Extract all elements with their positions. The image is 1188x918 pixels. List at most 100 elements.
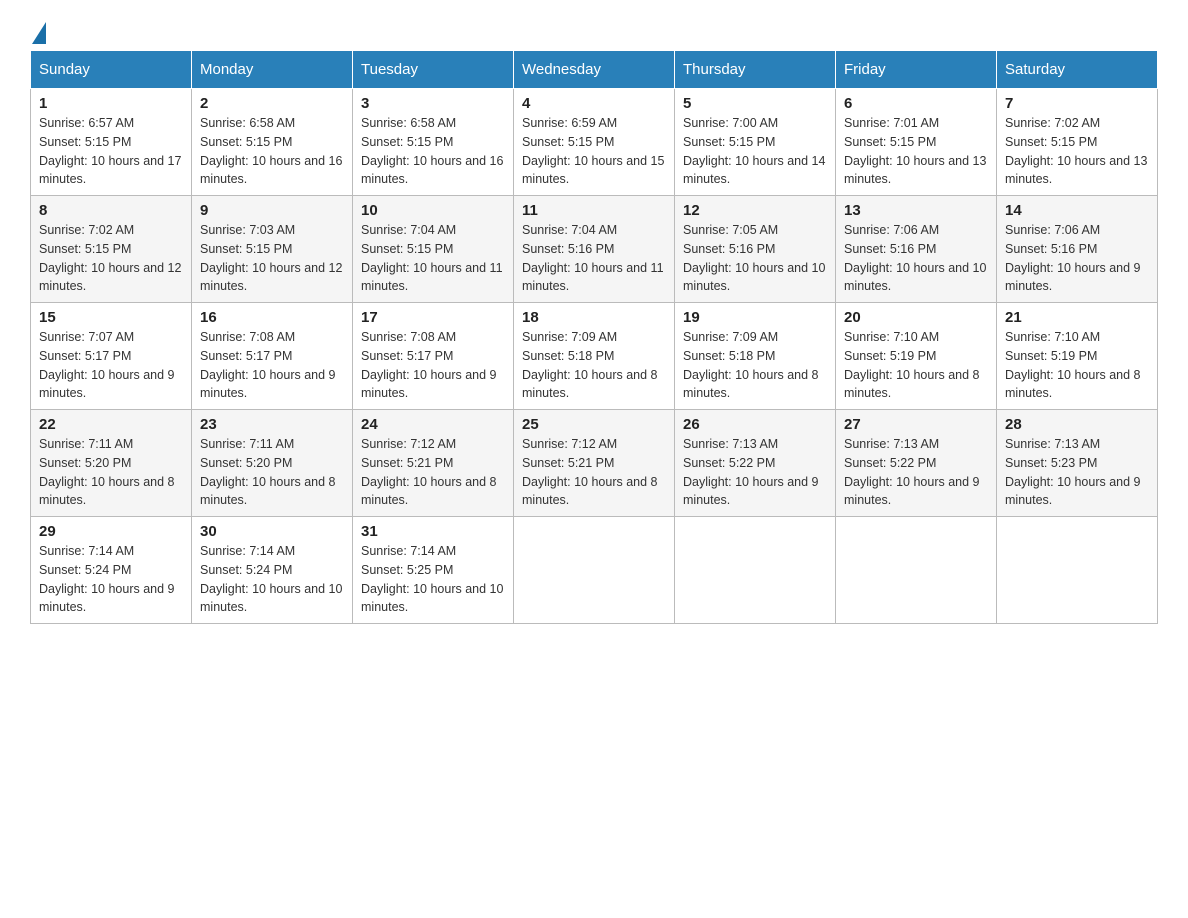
calendar-cell: 11 Sunrise: 7:04 AMSunset: 5:16 PMDayligh…	[514, 196, 675, 303]
day-number: 2	[200, 95, 344, 112]
calendar-week-row: 15 Sunrise: 7:07 AMSunset: 5:17 PMDayligh…	[31, 303, 1158, 410]
day-info: Sunrise: 7:03 AMSunset: 5:15 PMDaylight:…	[200, 221, 344, 296]
day-info: Sunrise: 7:09 AMSunset: 5:18 PMDaylight:…	[522, 328, 666, 403]
day-number: 16	[200, 309, 344, 326]
calendar-cell: 24Sunrise: 7:12 AMSunset: 5:21 PMDayligh…	[353, 410, 514, 517]
calendar-table: SundayMondayTuesdayWednesdayThursdayFrid…	[30, 50, 1158, 624]
day-info: Sunrise: 7:04 AMSunset: 5:15 PMDaylight:…	[361, 221, 505, 296]
day-info: Sunrise: 6:58 AMSunset: 5:15 PMDaylight:…	[361, 114, 505, 189]
calendar-cell: 29Sunrise: 7:14 AMSunset: 5:24 PMDayligh…	[31, 517, 192, 624]
day-number: 29	[39, 523, 183, 540]
day-number: 19	[683, 309, 827, 326]
calendar-cell: 26 Sunrise: 7:13 AMSunset: 5:22 PMDayligh…	[675, 410, 836, 517]
day-info: Sunrise: 7:09 AMSunset: 5:18 PMDaylight:…	[683, 328, 827, 403]
calendar-cell: 6 Sunrise: 7:01 AMSunset: 5:15 PMDaylight…	[836, 89, 997, 196]
calendar-cell: 18 Sunrise: 7:09 AMSunset: 5:18 PMDayligh…	[514, 303, 675, 410]
logo-triangle-icon	[32, 22, 46, 44]
calendar-cell: 25 Sunrise: 7:12 AMSunset: 5:21 PMDayligh…	[514, 410, 675, 517]
calendar-cell: 1Sunrise: 6:57 AMSunset: 5:15 PMDaylight…	[31, 89, 192, 196]
day-info: Sunrise: 7:13 AMSunset: 5:23 PMDaylight:…	[1005, 435, 1149, 510]
calendar-cell	[836, 517, 997, 624]
day-info: Sunrise: 7:11 AMSunset: 5:20 PMDaylight:…	[39, 435, 183, 510]
calendar-header-row: SundayMondayTuesdayWednesdayThursdayFrid…	[31, 51, 1158, 89]
day-info: Sunrise: 7:12 AMSunset: 5:21 PMDaylight:…	[522, 435, 666, 510]
logo	[30, 20, 46, 40]
calendar-cell: 28 Sunrise: 7:13 AMSunset: 5:23 PMDayligh…	[997, 410, 1158, 517]
day-number: 24	[361, 416, 505, 433]
calendar-header-saturday: Saturday	[997, 51, 1158, 89]
day-number: 30	[200, 523, 344, 540]
day-number: 27	[844, 416, 988, 433]
calendar-cell: 17 Sunrise: 7:08 AMSunset: 5:17 PMDayligh…	[353, 303, 514, 410]
day-info: Sunrise: 7:06 AMSunset: 5:16 PMDaylight:…	[1005, 221, 1149, 296]
day-number: 26	[683, 416, 827, 433]
day-number: 10	[361, 202, 505, 219]
day-info: Sunrise: 6:59 AMSunset: 5:15 PMDaylight:…	[522, 114, 666, 189]
day-number: 23	[200, 416, 344, 433]
calendar-cell: 8Sunrise: 7:02 AMSunset: 5:15 PMDaylight…	[31, 196, 192, 303]
calendar-cell: 4Sunrise: 6:59 AMSunset: 5:15 PMDaylight…	[514, 89, 675, 196]
day-number: 12	[683, 202, 827, 219]
calendar-cell: 14 Sunrise: 7:06 AMSunset: 5:16 PMDayligh…	[997, 196, 1158, 303]
day-number: 14	[1005, 202, 1149, 219]
day-number: 5	[683, 95, 827, 112]
day-info: Sunrise: 7:08 AMSunset: 5:17 PMDaylight:…	[361, 328, 505, 403]
calendar-cell: 9 Sunrise: 7:03 AMSunset: 5:15 PMDaylight…	[192, 196, 353, 303]
calendar-cell: 13Sunrise: 7:06 AMSunset: 5:16 PMDayligh…	[836, 196, 997, 303]
calendar-week-row: 22 Sunrise: 7:11 AMSunset: 5:20 PMDayligh…	[31, 410, 1158, 517]
calendar-cell: 2Sunrise: 6:58 AMSunset: 5:15 PMDaylight…	[192, 89, 353, 196]
day-number: 11	[522, 202, 666, 219]
calendar-cell: 31 Sunrise: 7:14 AMSunset: 5:25 PMDayligh…	[353, 517, 514, 624]
day-info: Sunrise: 7:14 AMSunset: 5:24 PMDaylight:…	[200, 542, 344, 617]
calendar-cell: 21Sunrise: 7:10 AMSunset: 5:19 PMDayligh…	[997, 303, 1158, 410]
calendar-cell: 7 Sunrise: 7:02 AMSunset: 5:15 PMDaylight…	[997, 89, 1158, 196]
calendar-cell	[675, 517, 836, 624]
day-number: 17	[361, 309, 505, 326]
day-info: Sunrise: 7:14 AMSunset: 5:25 PMDaylight:…	[361, 542, 505, 617]
calendar-cell: 12 Sunrise: 7:05 AMSunset: 5:16 PMDayligh…	[675, 196, 836, 303]
day-info: Sunrise: 7:00 AMSunset: 5:15 PMDaylight:…	[683, 114, 827, 189]
page-header	[30, 20, 1158, 40]
day-info: Sunrise: 7:05 AMSunset: 5:16 PMDaylight:…	[683, 221, 827, 296]
calendar-header-wednesday: Wednesday	[514, 51, 675, 89]
day-number: 7	[1005, 95, 1149, 112]
day-info: Sunrise: 7:02 AMSunset: 5:15 PMDaylight:…	[39, 221, 183, 296]
calendar-cell: 19 Sunrise: 7:09 AMSunset: 5:18 PMDayligh…	[675, 303, 836, 410]
day-info: Sunrise: 7:13 AMSunset: 5:22 PMDaylight:…	[844, 435, 988, 510]
calendar-cell: 5 Sunrise: 7:00 AMSunset: 5:15 PMDaylight…	[675, 89, 836, 196]
calendar-week-row: 8Sunrise: 7:02 AMSunset: 5:15 PMDaylight…	[31, 196, 1158, 303]
calendar-cell	[997, 517, 1158, 624]
calendar-header-tuesday: Tuesday	[353, 51, 514, 89]
day-info: Sunrise: 7:01 AMSunset: 5:15 PMDaylight:…	[844, 114, 988, 189]
day-number: 31	[361, 523, 505, 540]
day-number: 28	[1005, 416, 1149, 433]
calendar-cell	[514, 517, 675, 624]
calendar-header-friday: Friday	[836, 51, 997, 89]
calendar-cell: 15 Sunrise: 7:07 AMSunset: 5:17 PMDayligh…	[31, 303, 192, 410]
calendar-header-sunday: Sunday	[31, 51, 192, 89]
day-number: 13	[844, 202, 988, 219]
day-number: 21	[1005, 309, 1149, 326]
calendar-cell: 27 Sunrise: 7:13 AMSunset: 5:22 PMDayligh…	[836, 410, 997, 517]
day-info: Sunrise: 7:04 AMSunset: 5:16 PMDaylight:…	[522, 221, 666, 296]
day-number: 9	[200, 202, 344, 219]
calendar-cell: 30 Sunrise: 7:14 AMSunset: 5:24 PMDayligh…	[192, 517, 353, 624]
calendar-cell: 20Sunrise: 7:10 AMSunset: 5:19 PMDayligh…	[836, 303, 997, 410]
day-number: 15	[39, 309, 183, 326]
day-number: 1	[39, 95, 183, 112]
day-number: 18	[522, 309, 666, 326]
day-info: Sunrise: 7:02 AMSunset: 5:15 PMDaylight:…	[1005, 114, 1149, 189]
calendar-cell: 23Sunrise: 7:11 AMSunset: 5:20 PMDayligh…	[192, 410, 353, 517]
day-number: 22	[39, 416, 183, 433]
day-info: Sunrise: 7:07 AMSunset: 5:17 PMDaylight:…	[39, 328, 183, 403]
calendar-cell: 16 Sunrise: 7:08 AMSunset: 5:17 PMDayligh…	[192, 303, 353, 410]
day-info: Sunrise: 7:13 AMSunset: 5:22 PMDaylight:…	[683, 435, 827, 510]
day-number: 6	[844, 95, 988, 112]
day-number: 20	[844, 309, 988, 326]
calendar-cell: 22 Sunrise: 7:11 AMSunset: 5:20 PMDayligh…	[31, 410, 192, 517]
calendar-week-row: 1Sunrise: 6:57 AMSunset: 5:15 PMDaylight…	[31, 89, 1158, 196]
calendar-cell: 3 Sunrise: 6:58 AMSunset: 5:15 PMDaylight…	[353, 89, 514, 196]
day-number: 3	[361, 95, 505, 112]
day-number: 25	[522, 416, 666, 433]
day-info: Sunrise: 7:08 AMSunset: 5:17 PMDaylight:…	[200, 328, 344, 403]
